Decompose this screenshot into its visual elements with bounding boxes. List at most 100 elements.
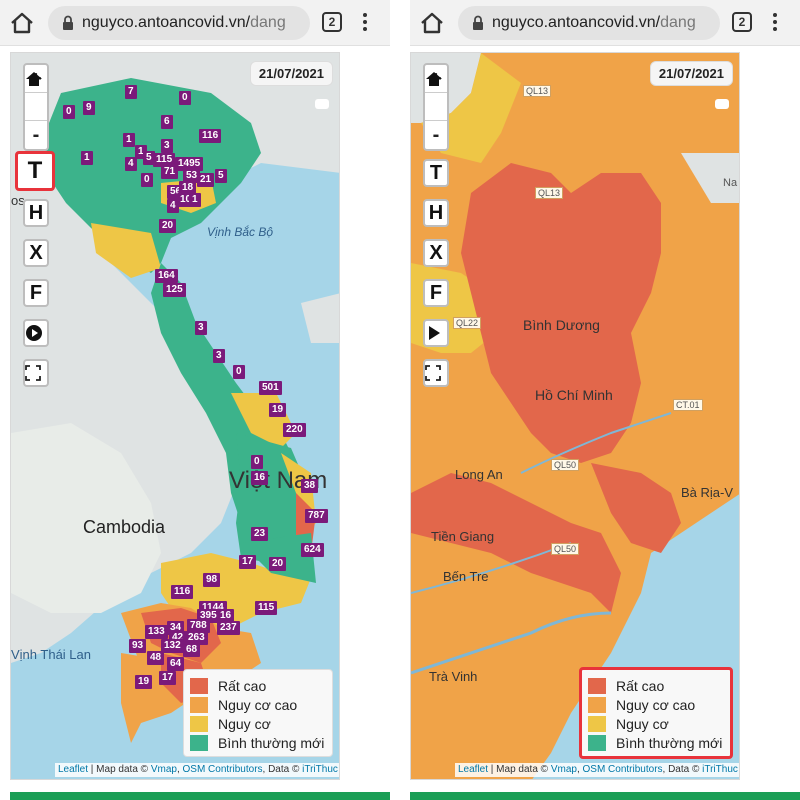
url-text: nguyco.antoancovid.vn/dang	[492, 14, 696, 32]
vmap-link[interactable]: Vmap	[151, 764, 177, 775]
case-badge[interactable]: 0	[179, 91, 191, 105]
case-badge[interactable]: 17	[159, 671, 177, 685]
tab-switcher-button[interactable]: 2	[732, 12, 752, 32]
attribution-text: , Data ©	[662, 764, 703, 775]
case-badge[interactable]: 624	[301, 543, 324, 557]
map-toggle[interactable]	[715, 99, 729, 109]
case-badge[interactable]: 220	[283, 423, 306, 437]
leaflet-link[interactable]: Leaflet	[58, 764, 88, 775]
case-badge[interactable]: 125	[163, 283, 186, 297]
zoom-out-button[interactable]: -	[425, 121, 447, 149]
url-path: dang	[250, 14, 286, 31]
case-badge[interactable]: 1	[81, 151, 93, 165]
case-badge[interactable]: 20	[269, 557, 287, 571]
case-badge[interactable]: 3	[195, 321, 207, 335]
layer-button-x[interactable]: X	[423, 239, 449, 267]
covid-risk-map-south[interactable]: Bình Dương Hồ Chí Minh Long An Tiền Gian…	[410, 52, 740, 780]
province-label: Bà Rịa-V	[681, 485, 734, 500]
legend-swatch-risk	[588, 715, 606, 732]
legend-label: Nguy cơ	[616, 715, 669, 732]
case-badge[interactable]: 115	[255, 601, 278, 615]
case-badge[interactable]: 164	[155, 269, 178, 283]
case-badge[interactable]: 3	[213, 349, 225, 363]
province-label: Long An	[455, 467, 503, 482]
zoom-out-button[interactable]: -	[25, 121, 47, 149]
fullscreen-button[interactable]	[23, 359, 49, 387]
case-badge[interactable]: 0	[251, 455, 263, 469]
case-badge[interactable]: 19	[269, 403, 287, 417]
case-badge[interactable]: 4	[167, 199, 179, 213]
overflow-menu-icon[interactable]	[770, 11, 780, 35]
divider	[390, 0, 410, 800]
layer-button-h[interactable]: H	[423, 199, 449, 227]
itrithuc-link[interactable]: iTriThuc	[302, 764, 338, 775]
case-badge[interactable]: 116	[171, 585, 194, 599]
home-view-button[interactable]	[25, 72, 47, 121]
play-button[interactable]	[23, 319, 49, 347]
map-toggle[interactable]	[315, 99, 329, 109]
case-badge[interactable]: 21	[197, 173, 215, 187]
case-badge[interactable]: 19	[135, 675, 153, 689]
case-badge[interactable]: 1	[123, 133, 135, 147]
case-badge[interactable]: 237	[217, 621, 240, 635]
play-button[interactable]	[423, 319, 449, 347]
case-badge[interactable]: 17	[239, 555, 257, 569]
case-badge[interactable]: 6	[161, 115, 173, 129]
layer-button-f[interactable]: F	[423, 279, 449, 307]
home-view-button[interactable]	[425, 72, 447, 121]
vmap-link[interactable]: Vmap	[551, 764, 577, 775]
map-zoom-control: + -	[23, 63, 49, 151]
layer-button-t[interactable]: T	[423, 159, 449, 187]
case-badge[interactable]: 71	[161, 165, 179, 179]
leaflet-link[interactable]: Leaflet	[458, 764, 488, 775]
case-badge[interactable]: 23	[251, 527, 269, 541]
attribution-text: | Map data ©	[88, 764, 151, 775]
case-badge[interactable]: 20	[159, 219, 177, 233]
case-badge[interactable]: 98	[203, 573, 221, 587]
url-host: nguyco.antoancovid.vn/	[82, 14, 251, 31]
overflow-menu-icon[interactable]	[360, 11, 370, 35]
left-phone-screen: nguyco.antoancovid.vn/dang 2 Vịnh Bắc Bộ…	[0, 0, 390, 800]
case-badge[interactable]: 0	[63, 105, 75, 119]
case-badge[interactable]: 5	[215, 169, 227, 183]
case-badge[interactable]: 38	[301, 479, 319, 493]
case-badge[interactable]: 116	[199, 129, 222, 143]
case-badge[interactable]: 1	[189, 193, 201, 207]
case-badge[interactable]: 48	[147, 651, 165, 665]
fullscreen-button[interactable]	[423, 359, 449, 387]
country-label-cambodia: Cambodia	[83, 517, 166, 537]
home-icon[interactable]	[8, 9, 36, 37]
layer-button-x[interactable]: X	[23, 239, 49, 267]
case-badge[interactable]: 7	[125, 85, 137, 99]
case-badge[interactable]: 501	[259, 381, 282, 395]
case-badge[interactable]: 3	[161, 139, 173, 153]
road-label: QL50	[551, 543, 580, 555]
address-bar[interactable]: nguyco.antoancovid.vn/dang	[458, 6, 720, 40]
province-label: Trà Vinh	[429, 669, 478, 684]
legend-label: Rất cao	[218, 677, 267, 694]
case-badge[interactable]: 68	[183, 643, 201, 657]
case-badge[interactable]: 132	[161, 639, 184, 653]
case-badge[interactable]: 787	[305, 509, 328, 523]
layer-button-h[interactable]: H	[23, 199, 49, 227]
home-icon[interactable]	[418, 9, 446, 37]
address-bar[interactable]: nguyco.antoancovid.vn/dang	[48, 6, 310, 40]
osm-link[interactable]: OSM Contributors	[583, 764, 663, 775]
layer-button-f[interactable]: F	[23, 279, 49, 307]
covid-risk-map-north[interactable]: Vịnh Bắc Bộ Việt Nam Cambodia Vịnh Thái …	[10, 52, 340, 780]
tab-switcher-button[interactable]: 2	[322, 12, 342, 32]
case-badge[interactable]: 4	[125, 157, 137, 171]
legend-label: Rất cao	[616, 677, 665, 694]
case-badge[interactable]: 0	[141, 173, 153, 187]
case-badge[interactable]: 9	[83, 101, 95, 115]
province-label: Bến Tre	[443, 569, 489, 584]
legend-swatch-high	[588, 696, 606, 713]
osm-link[interactable]: OSM Contributors	[183, 764, 263, 775]
case-badge[interactable]: 64	[167, 657, 185, 671]
case-badge[interactable]: 0	[233, 365, 245, 379]
case-badge[interactable]: 93	[129, 639, 147, 653]
case-badge[interactable]: 16	[251, 471, 269, 485]
layer-button-t[interactable]: T	[15, 151, 55, 191]
case-badge[interactable]: 133	[145, 625, 168, 639]
itrithuc-link[interactable]: iTriThuc	[702, 764, 738, 775]
